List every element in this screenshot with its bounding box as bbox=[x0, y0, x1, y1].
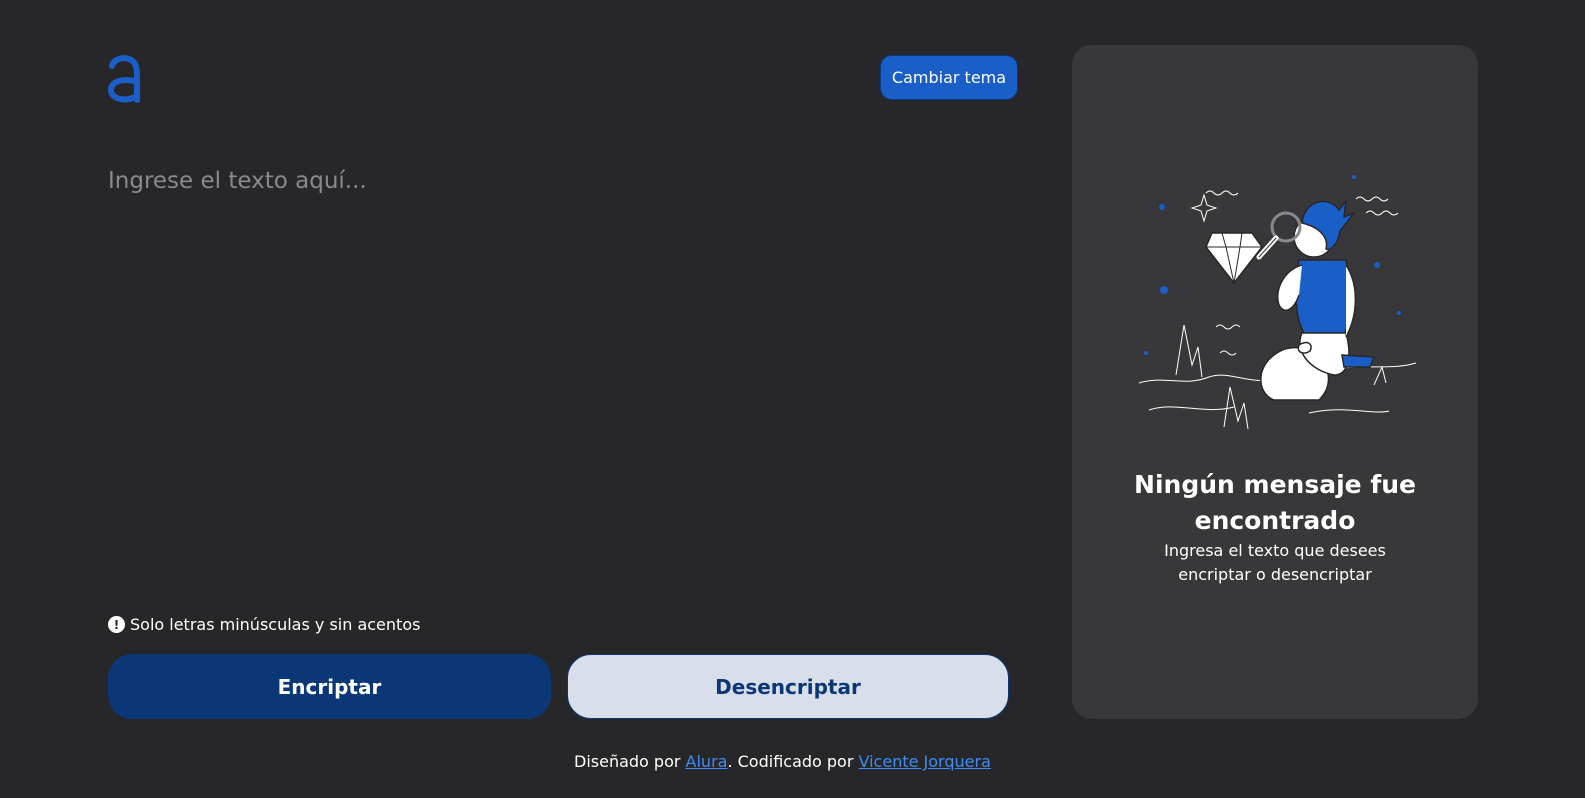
page: Cambiar tema ! Solo letras minúsculas y … bbox=[0, 0, 1585, 798]
input-hint: ! Solo letras minúsculas y sin acentos bbox=[108, 615, 420, 634]
person-with-magnifier-and-diamond-illustration bbox=[1138, 175, 1417, 430]
footer-designed-by: Diseñado por bbox=[574, 752, 686, 771]
exclamation-circle-icon: ! bbox=[108, 616, 125, 633]
encrypt-button[interactable]: Encriptar bbox=[108, 654, 551, 719]
change-theme-button[interactable]: Cambiar tema bbox=[880, 55, 1018, 100]
alura-logo-icon[interactable] bbox=[106, 52, 142, 104]
text-input[interactable] bbox=[108, 168, 1008, 588]
empty-message-title: Ningún mensaje fue encontrado bbox=[1134, 470, 1416, 535]
footer-coded-by: . Codificado por bbox=[727, 752, 859, 771]
alura-link[interactable]: Alura bbox=[686, 752, 728, 771]
hint-text: Solo letras minúsculas y sin acentos bbox=[130, 615, 421, 634]
empty-message-description: Ingresa el texto que desees encriptar o … bbox=[1164, 541, 1386, 584]
decrypt-button[interactable]: Desencriptar bbox=[567, 654, 1009, 719]
result-panel: Ningún mensaje fue encontrado Ingresa el… bbox=[1072, 45, 1478, 719]
author-link[interactable]: Vicente Jorquera bbox=[859, 752, 991, 771]
footer: Diseñado por Alura. Codificado por Vicen… bbox=[574, 752, 991, 771]
